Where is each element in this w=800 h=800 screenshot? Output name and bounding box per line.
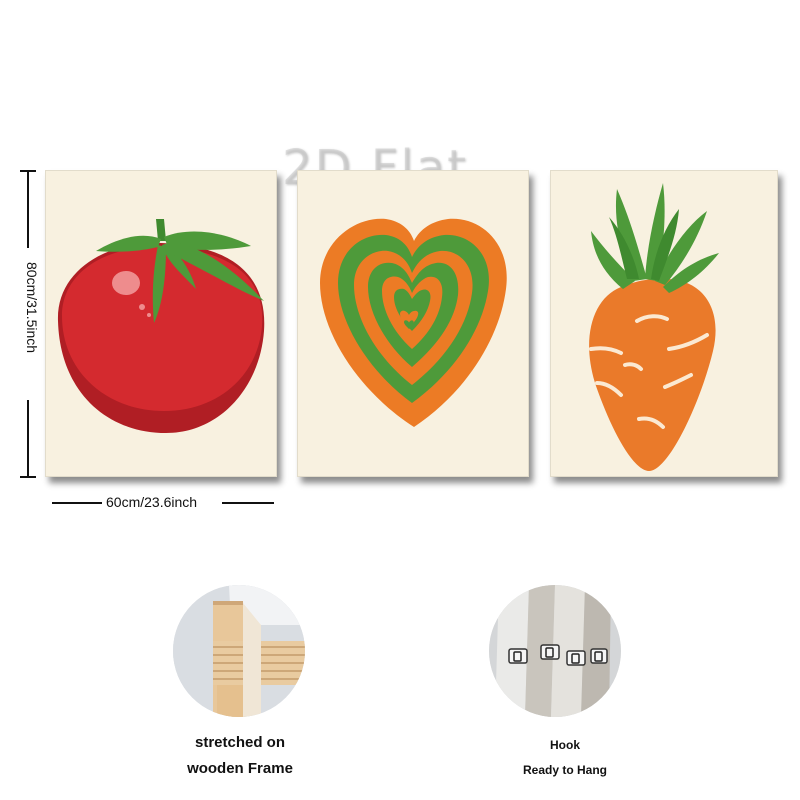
feature-caption-frame-line2: wooden Frame bbox=[187, 760, 293, 777]
heart-illustration bbox=[320, 218, 507, 427]
feature-caption-hook-line1: Hook bbox=[550, 738, 580, 752]
feature-caption-frame: stretched on wooden Frame bbox=[150, 730, 330, 782]
hooks-photo bbox=[489, 585, 621, 717]
height-dimension-line-top bbox=[27, 170, 29, 248]
carrot-illustration bbox=[589, 183, 719, 471]
tomato-illustration bbox=[57, 219, 265, 433]
wooden-frame-icon bbox=[173, 585, 305, 717]
feature-caption-hook-line2: Ready to Hang bbox=[522, 763, 607, 777]
height-dimension-line-bottom bbox=[27, 400, 29, 478]
canvas-panel-tomato bbox=[45, 170, 277, 477]
width-dimension-line-left bbox=[52, 502, 102, 504]
canvas-panel-heart bbox=[297, 170, 529, 477]
width-dimension-label: 60cm/23.6inch bbox=[106, 494, 198, 510]
wooden-frame-photo bbox=[173, 585, 305, 717]
canvas-panel-carrot bbox=[550, 170, 778, 477]
hook-icon bbox=[489, 585, 621, 717]
height-dimension-tick-top bbox=[20, 170, 36, 172]
feature-caption-hook: Hook Ready to Hang bbox=[480, 734, 650, 784]
width-dimension-line-right bbox=[222, 502, 274, 504]
feature-caption-frame-line1: stretched on bbox=[194, 734, 285, 751]
height-dimension-label: 80cm/31.5inch bbox=[24, 262, 40, 354]
height-dimension-tick-bottom bbox=[20, 476, 36, 478]
